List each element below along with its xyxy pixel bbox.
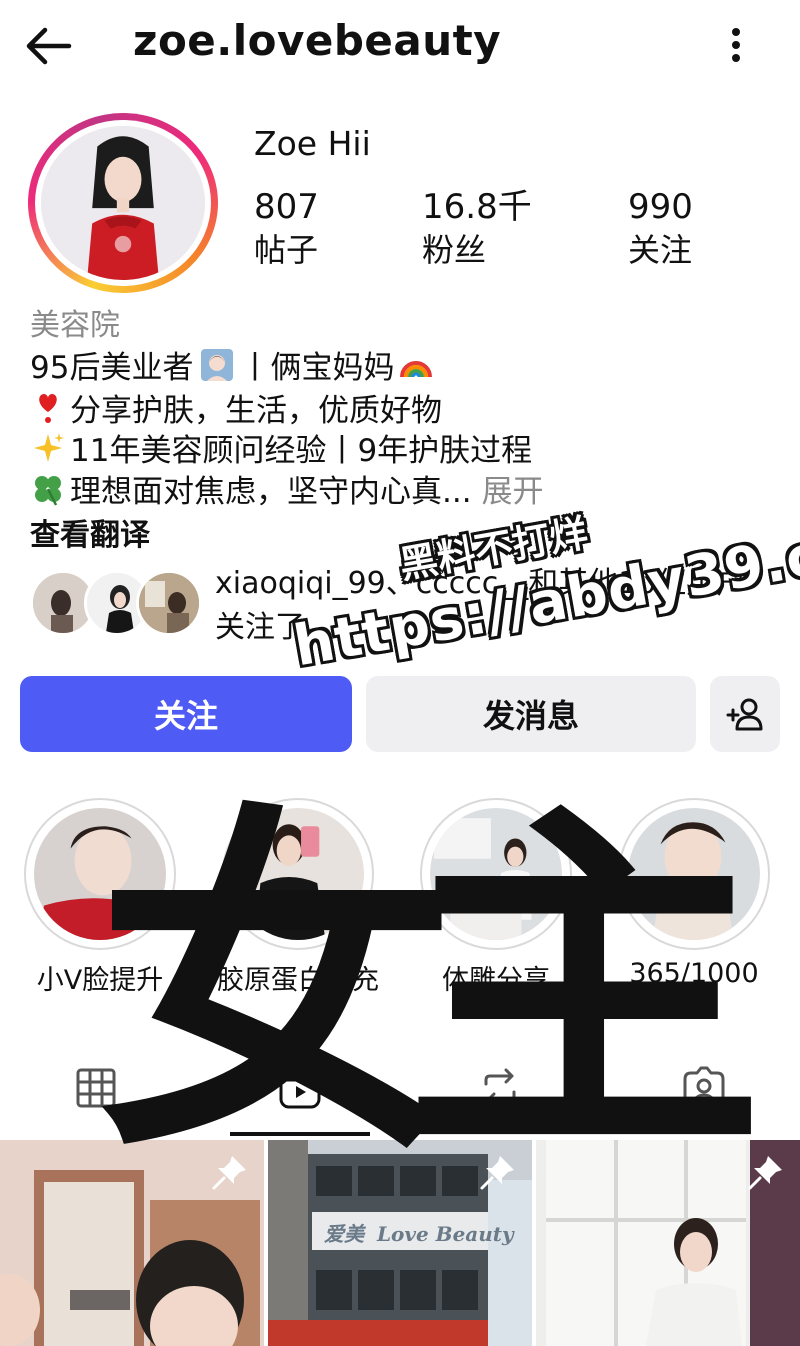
stat-following-label: 关注 — [628, 231, 693, 269]
stat-followers[interactable]: 16.8千 粉丝 — [422, 186, 532, 272]
bio-line-1-suffix: 丨俩宝妈妈 — [239, 350, 395, 386]
stat-posts[interactable]: 807 帖子 — [254, 186, 319, 272]
bio-line-3-text: 11年美容顾问经验丨9年护肤过程 — [70, 433, 533, 469]
stat-posts-value: 807 — [254, 187, 319, 227]
bio-line-4: 理想面对焦虑，坚守内心真... 展开 — [30, 466, 544, 511]
stat-followers-value: 16.8千 — [422, 187, 532, 227]
suggest-users-button[interactable] — [710, 676, 780, 752]
overlay-character-1: 女 — [96, 778, 456, 1197]
sparkles-icon — [34, 432, 64, 462]
stat-following[interactable]: 990 关注 — [628, 186, 693, 272]
top-bar: zoe.lovebeauty — [0, 0, 800, 95]
store-sign-logo: 爱美 — [324, 1222, 364, 1246]
rainbow-emoji-icon — [400, 360, 433, 377]
stat-posts-label: 帖子 — [254, 231, 319, 269]
mutual-avatar-3 — [136, 570, 202, 636]
back-button[interactable] — [18, 18, 78, 74]
see-translation-link[interactable]: 查看翻译 — [30, 510, 150, 554]
heart-exclamation-icon — [39, 393, 57, 423]
avatar-photo — [41, 126, 205, 280]
overlay-character-2: 主 — [404, 778, 764, 1197]
bio-line-4-text: 理想面对焦虑，坚守内心真... — [70, 474, 472, 510]
store-sign-text: Love Beauty — [376, 1222, 514, 1246]
mutual-followers-avatars[interactable] — [30, 570, 202, 636]
expand-bio-link[interactable]: 展开 — [482, 466, 544, 511]
clover-icon — [35, 475, 61, 506]
bio-line-1: 95后美业者 丨俩宝妈妈 — [30, 342, 438, 387]
woman-face-emoji-icon — [201, 348, 234, 381]
stat-following-value: 990 — [628, 187, 693, 227]
profile-username: zoe.lovebeauty — [133, 16, 502, 65]
add-user-icon — [726, 698, 763, 731]
profile-avatar[interactable] — [28, 113, 218, 293]
more-vertical-icon — [732, 28, 740, 62]
display-name: Zoe Hii — [254, 124, 371, 163]
bio-line-3: 11年美容顾问经验丨9年护肤过程 — [30, 425, 532, 470]
message-button[interactable]: 发消息 — [366, 676, 696, 752]
bio-line-1-text: 95后美业者 — [30, 350, 194, 386]
profile-category: 美容院 — [30, 308, 120, 343]
bio-line-2-text: 分享护肤，生活，优质好物 — [70, 393, 442, 429]
stat-followers-label: 粉丝 — [422, 231, 487, 269]
bio-line-2: 分享护肤，生活，优质好物 — [30, 385, 442, 430]
arrow-left-icon — [26, 27, 72, 65]
follow-button[interactable]: 关注 — [20, 676, 352, 752]
more-options-button[interactable] — [716, 20, 756, 70]
